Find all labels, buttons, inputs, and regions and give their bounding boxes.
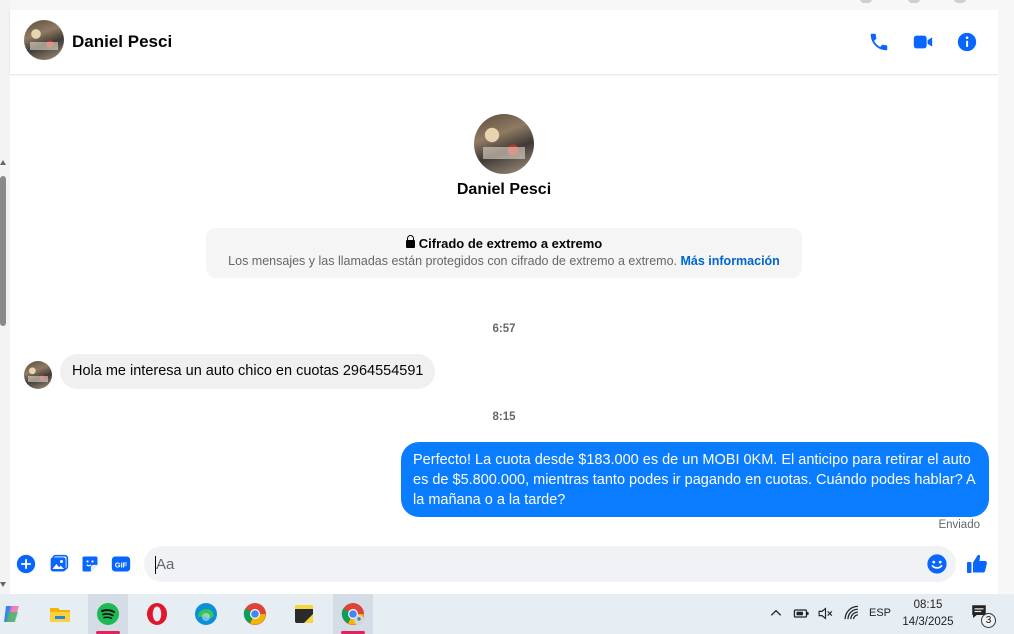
more-info-link[interactable]: Más información xyxy=(681,254,780,268)
chat-window: Daniel Pesci Daniel Pesci Cifrado de ext… xyxy=(10,10,998,594)
phone-icon[interactable] xyxy=(867,30,891,54)
chevron-up-icon[interactable] xyxy=(767,604,785,622)
file-explorer-icon[interactable] xyxy=(40,594,80,634)
system-clock[interactable]: 08:15 14/3/2025 xyxy=(896,597,960,631)
profile-avatar[interactable] xyxy=(474,114,534,174)
right-strip xyxy=(998,10,1014,594)
wifi-icon[interactable] xyxy=(842,604,860,622)
message-input[interactable] xyxy=(144,546,956,582)
lock-icon xyxy=(405,235,415,248)
outgoing-message[interactable]: Perfecto! La cuota desde $183.000 es de … xyxy=(401,442,989,517)
chrome-icon[interactable] xyxy=(235,594,275,634)
encryption-notice: Cifrado de extremo a extremo Los mensaje… xyxy=(206,228,802,278)
volume-muted-icon[interactable] xyxy=(816,604,834,622)
encryption-description: Los mensajes y las llamadas están proteg… xyxy=(228,254,780,268)
opera-icon[interactable] xyxy=(137,594,177,634)
copilot-icon[interactable] xyxy=(0,594,32,634)
scrollbar-thumb[interactable] xyxy=(0,176,6,326)
like-icon[interactable] xyxy=(965,552,989,576)
photo-icon[interactable] xyxy=(48,553,70,575)
gif-icon[interactable]: GIF xyxy=(110,553,132,575)
incoming-message[interactable]: Hola me interesa un auto chico en cuotas… xyxy=(60,354,436,389)
sticker-icon[interactable] xyxy=(79,553,101,575)
page-scrollbar-track[interactable] xyxy=(0,0,10,594)
sticky-notes-icon[interactable] xyxy=(284,594,324,634)
chat-header: Daniel Pesci xyxy=(10,10,998,74)
spotify-icon[interactable] xyxy=(88,594,128,634)
notification-count-badge: 3 xyxy=(981,613,996,628)
video-icon[interactable] xyxy=(911,30,935,54)
emoji-icon[interactable] xyxy=(926,553,948,575)
message-composer: GIF xyxy=(10,542,998,594)
contact-name[interactable]: Daniel Pesci xyxy=(72,32,172,52)
screen: Daniel Pesci Daniel Pesci Cifrado de ext… xyxy=(0,0,1014,634)
chrome-profile-icon[interactable] xyxy=(333,594,373,634)
add-icon[interactable] xyxy=(15,553,37,575)
text-caret xyxy=(155,556,156,574)
message-timestamp: 6:57 xyxy=(492,323,516,335)
svg-text:GIF: GIF xyxy=(115,560,128,569)
top-strip xyxy=(10,0,1014,10)
language-indicator[interactable]: ESP xyxy=(869,607,891,619)
message-timestamp: 8:15 xyxy=(492,411,516,423)
battery-icon[interactable] xyxy=(792,604,810,622)
edge-icon[interactable] xyxy=(186,594,226,634)
encryption-title: Cifrado de extremo a extremo xyxy=(206,235,802,251)
scroll-down-arrow[interactable] xyxy=(0,582,6,587)
info-icon[interactable] xyxy=(955,30,979,54)
sender-avatar[interactable] xyxy=(24,361,52,389)
message-status: Enviado xyxy=(938,519,980,531)
profile-name: Daniel Pesci xyxy=(456,181,552,198)
scroll-up-arrow[interactable] xyxy=(0,160,6,165)
contact-avatar[interactable] xyxy=(24,20,64,60)
taskbar: ESP 08:15 14/3/2025 3 xyxy=(0,594,1014,634)
